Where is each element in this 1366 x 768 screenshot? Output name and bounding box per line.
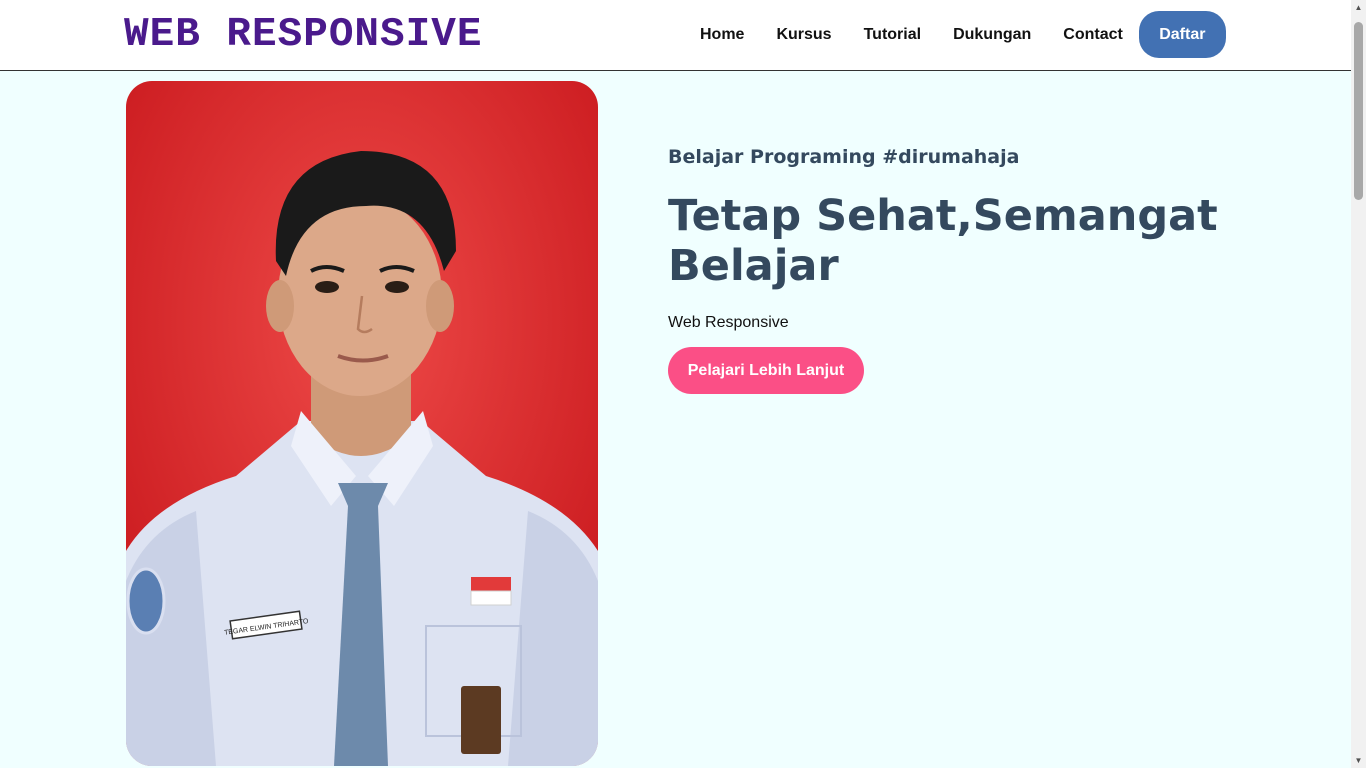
- scroll-down-arrow-icon[interactable]: ▼: [1351, 753, 1366, 768]
- nav-link-home[interactable]: Home: [684, 26, 760, 44]
- hero-headline: Tetap Sehat,Semangat Belajar: [668, 191, 1218, 291]
- learn-more-button[interactable]: Pelajari Lebih Lanjut: [668, 347, 864, 394]
- student-portrait-image: TEGAR ELWIN TRIHARTO: [126, 81, 598, 766]
- nav-link-dukungan[interactable]: Dukungan: [937, 26, 1047, 44]
- site-logo[interactable]: WEB RESPONSIVE: [124, 12, 482, 58]
- nav-link-tutorial[interactable]: Tutorial: [848, 26, 937, 44]
- nav-link-kursus[interactable]: Kursus: [760, 26, 847, 44]
- scrollbar-thumb[interactable]: [1354, 22, 1363, 200]
- nav-link-contact[interactable]: Contact: [1047, 26, 1139, 44]
- navbar: WEB RESPONSIVE Home Kursus Tutorial Duku…: [0, 0, 1351, 71]
- daftar-button[interactable]: Daftar: [1138, 11, 1226, 58]
- hero-subtitle: Belajar Programing #dirumahaja: [668, 146, 1020, 168]
- profile-photo: TEGAR ELWIN TRIHARTO: [126, 81, 598, 766]
- scroll-up-arrow-icon[interactable]: ▲: [1351, 0, 1366, 15]
- nav-menu: Home Kursus Tutorial Dukungan Contact Da…: [684, 11, 1226, 58]
- hero-description: Web Responsive: [668, 314, 789, 331]
- hero-section: Belajar Programing #dirumahaja Tetap Seh…: [668, 144, 1228, 394]
- page-scrollbar[interactable]: ▲ ▼: [1351, 0, 1366, 768]
